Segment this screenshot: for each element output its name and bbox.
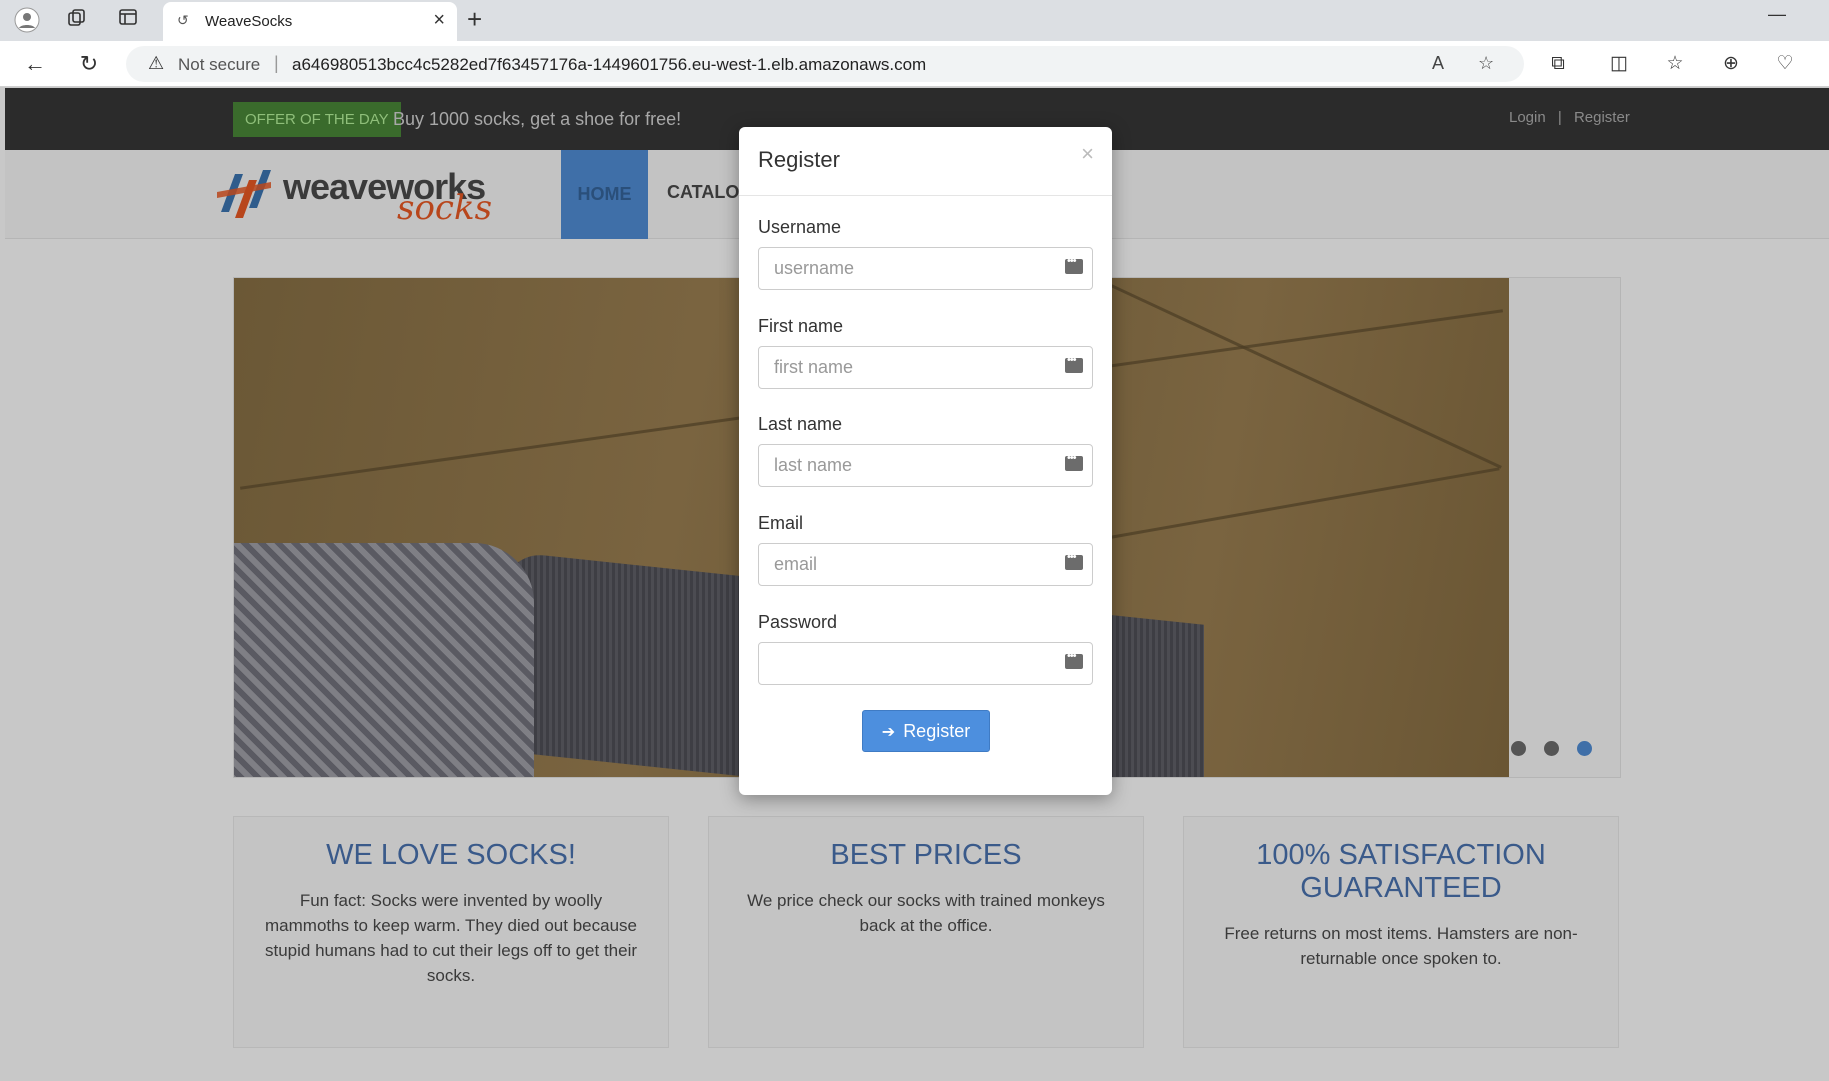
vertical-tabs-icon[interactable]: [115, 7, 141, 33]
offer-badge: OFFER OF THE DAY: [233, 102, 401, 137]
firstname-field[interactable]: [758, 346, 1093, 389]
password-manager-icon[interactable]: [1065, 650, 1083, 669]
extensions-icon[interactable]: ⧉: [1545, 51, 1571, 77]
active-tab[interactable]: ↺ WeaveSocks ×: [163, 2, 457, 41]
browser-essentials-icon[interactable]: ♡: [1772, 51, 1798, 77]
feature-title: 100% SATISFACTION GUARANTEED: [1256, 839, 1546, 904]
nav-home[interactable]: HOME: [561, 150, 648, 239]
feature-box: 100% SATISFACTION GUARANTEED Free return…: [1183, 816, 1619, 1048]
url-divider: |: [274, 53, 279, 73]
reload-icon[interactable]: ↻: [74, 49, 104, 79]
register-modal: Register × Username First name Last name…: [739, 127, 1112, 795]
password-manager-icon[interactable]: [1065, 255, 1083, 274]
register-link[interactable]: Register: [1574, 109, 1630, 126]
carousel-dot[interactable]: [1544, 741, 1559, 756]
lastname-input[interactable]: [759, 445, 1049, 486]
read-aloud-icon[interactable]: A: [1432, 53, 1444, 74]
workspaces-icon[interactable]: [64, 7, 90, 33]
feature-text: Free returns on most items. Hamsters are…: [1224, 924, 1578, 968]
split-screen-icon[interactable]: ◫: [1606, 51, 1632, 77]
login-link[interactable]: Login: [1509, 109, 1546, 126]
tab-title: WeaveSocks: [205, 13, 293, 30]
modal-header: Register ×: [739, 127, 1112, 196]
profile-icon[interactable]: [14, 7, 40, 33]
email-input[interactable]: [759, 544, 1049, 585]
modal-title: Register: [758, 147, 840, 172]
feature-box: WE LOVE SOCKS! Fun fact: Socks were inve…: [233, 816, 669, 1048]
feature-text: Fun fact: Socks were invented by woolly …: [264, 891, 638, 985]
password-manager-icon[interactable]: [1065, 452, 1083, 471]
firstname-label: First name: [758, 316, 844, 336]
email-field[interactable]: [758, 543, 1093, 586]
weaveworks-socks-logo[interactable]: weaveworks socks: [213, 162, 518, 228]
password-field[interactable]: [758, 642, 1093, 685]
firstname-input[interactable]: [759, 347, 1049, 388]
feature-text: We price check our socks with trained mo…: [747, 891, 1105, 935]
username-field[interactable]: [758, 247, 1093, 290]
security-status[interactable]: Not secure: [178, 55, 260, 75]
offer-text: Buy 1000 socks, get a shoe for free!: [393, 109, 682, 129]
url-text[interactable]: a646980513bcc4c5282ed7f63457176a-1449601…: [292, 55, 926, 75]
back-icon[interactable]: ←: [20, 49, 50, 79]
close-icon[interactable]: ×: [1081, 141, 1094, 167]
register-submit-label: Register: [903, 721, 971, 741]
sign-in-icon: ➔: [881, 724, 896, 741]
password-label: Password: [758, 612, 838, 632]
email-label: Email: [758, 513, 804, 533]
collections-icon[interactable]: ⊕: [1718, 51, 1744, 77]
username-input[interactable]: [759, 248, 1049, 289]
logo-socks-text: socks: [397, 188, 493, 228]
register-submit-button[interactable]: ➔ Register: [862, 710, 990, 752]
carousel-dot-active[interactable]: [1577, 741, 1592, 756]
page-favicon-icon: ↺: [177, 12, 189, 28]
minimize-window-icon[interactable]: —: [1768, 4, 1786, 25]
weaveworks-logo-icon: [217, 170, 271, 218]
lastname-field[interactable]: [758, 444, 1093, 487]
browser-tab-bar: ↺ WeaveSocks × + —: [0, 0, 1829, 41]
password-input[interactable]: [759, 643, 1049, 684]
password-manager-icon[interactable]: [1065, 551, 1083, 570]
lastname-label: Last name: [758, 414, 843, 434]
browser-address-bar: ← ↻ ⚠ Not secure | a646980513bcc4c5282ed…: [0, 41, 1829, 87]
close-tab-icon[interactable]: ×: [433, 9, 445, 32]
favorite-star-icon[interactable]: ☆: [1478, 53, 1494, 74]
warning-icon[interactable]: ⚠: [148, 53, 164, 74]
favorites-icon[interactable]: ☆: [1662, 51, 1688, 77]
carousel-dot[interactable]: [1511, 741, 1526, 756]
url-field[interactable]: ⚠ Not secure | a646980513bcc4c5282ed7f63…: [126, 46, 1524, 82]
password-manager-icon[interactable]: [1065, 354, 1083, 373]
feature-title: BEST PRICES: [830, 839, 1022, 871]
username-label: Username: [758, 217, 842, 237]
feature-box: BEST PRICES We price check our socks wit…: [708, 816, 1144, 1048]
feature-title: WE LOVE SOCKS!: [326, 839, 576, 871]
new-tab-icon[interactable]: +: [467, 4, 482, 35]
link-separator: |: [1557, 109, 1562, 126]
account-links: Login | Register: [1505, 109, 1634, 126]
